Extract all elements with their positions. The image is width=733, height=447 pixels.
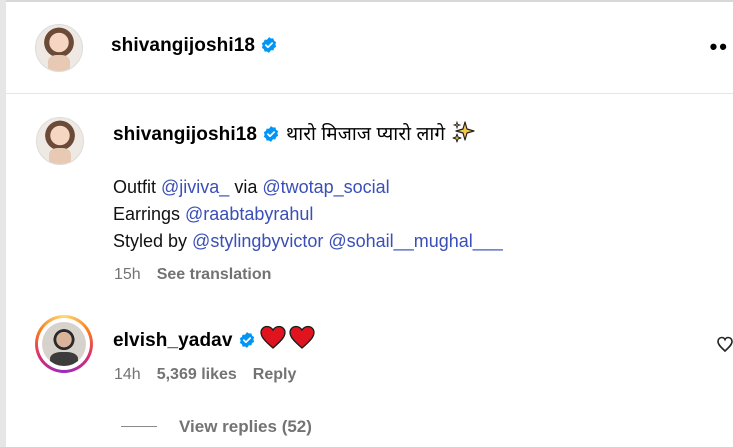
instagram-post-panel: shivangijoshi18 •• shivangijoshi18 थारो म… <box>0 0 733 447</box>
reply-button[interactable]: Reply <box>253 366 297 383</box>
more-options-icon[interactable]: •• <box>710 34 729 60</box>
styled-label: Styled by <box>113 231 193 251</box>
top-border <box>6 0 733 2</box>
view-replies-label[interactable]: View replies (52) <box>179 417 312 436</box>
story-ring-inner <box>38 318 90 370</box>
red-heart-icon <box>259 325 315 349</box>
mention-sohail-mughal[interactable]: @sohail__mughal___ <box>328 231 502 251</box>
comment-likes[interactable]: 5,369 likes <box>157 366 237 383</box>
earrings-line: Earrings @raabtabyrahul <box>113 201 503 228</box>
caption-meta: 15h See translation <box>114 266 271 284</box>
header-divider <box>6 93 733 94</box>
sparkles-icon <box>452 120 475 143</box>
avatar-elvish-yadav[interactable] <box>42 322 86 366</box>
like-heart-icon[interactable] <box>717 336 733 354</box>
story-ring[interactable] <box>35 315 93 373</box>
via-label: via <box>229 177 263 197</box>
mention-stylingbyvictor[interactable]: @stylingbyvictor <box>192 231 323 251</box>
replies-dash <box>121 426 157 427</box>
comment-time: 14h <box>114 366 141 383</box>
avatar-shivangijoshi18-header[interactable] <box>35 24 83 72</box>
header-username-row: shivangijoshi18 <box>111 35 278 57</box>
caption-time: 15h <box>114 266 141 283</box>
outfit-line: Outfit @jiviva_ via @twotap_social <box>113 174 503 201</box>
comment-header: elvish_yadav <box>113 325 316 352</box>
see-translation-button[interactable]: See translation <box>157 266 272 283</box>
mention-twotap-social[interactable]: @twotap_social <box>262 177 389 197</box>
styled-line: Styled by @stylingbyvictor @sohail__mugh… <box>113 228 503 255</box>
view-replies-button[interactable]: View replies (52) <box>121 417 312 437</box>
outfit-label: Outfit <box>113 177 162 197</box>
comment-username[interactable]: elvish_yadav <box>113 330 233 351</box>
earrings-label: Earrings <box>113 204 186 224</box>
caption-username[interactable]: shivangijoshi18 <box>113 124 257 145</box>
caption-credits: Outfit @jiviva_ via @twotap_social Earri… <box>113 174 503 255</box>
caption-first-line: shivangijoshi18 थारो मिजाज प्यारो लागे <box>113 120 475 146</box>
comment-meta: 14h 5,369 likes Reply <box>114 366 296 384</box>
verified-badge-icon <box>263 126 279 142</box>
mention-jiviva[interactable]: @jiviva_ <box>161 177 229 197</box>
header-username[interactable]: shivangijoshi18 <box>111 35 255 56</box>
mention-raabtabyrahul[interactable]: @raabtabyrahul <box>185 204 313 224</box>
avatar-shivangijoshi18-caption[interactable] <box>36 117 84 165</box>
verified-badge-icon <box>261 37 277 53</box>
caption-text: थारो मिजाज प्यारो लागे <box>286 124 446 145</box>
verified-badge-icon <box>239 332 254 348</box>
